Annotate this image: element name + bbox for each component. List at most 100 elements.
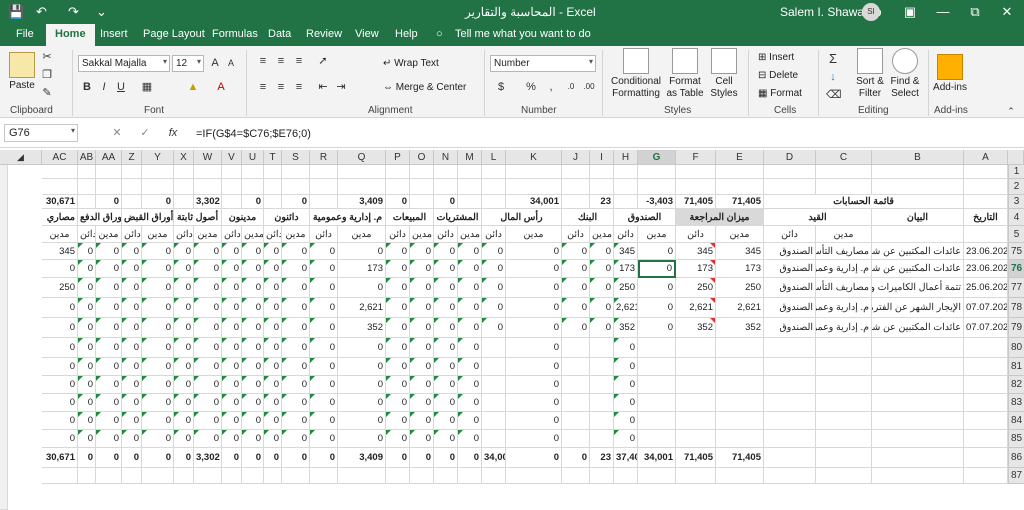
cell-W[interactable]: 0 — [194, 394, 222, 412]
cell-M[interactable]: 0 — [458, 394, 482, 412]
cell-N[interactable]: 0 — [434, 260, 458, 278]
cell-H[interactable]: 352 — [614, 318, 638, 338]
cell-W[interactable]: 0 — [194, 376, 222, 394]
cell-H[interactable]: 0 — [614, 338, 638, 358]
cell-Q[interactable]: 0 — [338, 376, 386, 394]
label-credit[interactable]: دائن — [222, 226, 242, 243]
total-R[interactable]: 0 — [310, 448, 338, 468]
cell-AA[interactable]: 0 — [96, 394, 122, 412]
label-debit[interactable]: مدين — [716, 226, 764, 243]
column-header-X[interactable]: X — [174, 150, 194, 165]
cell-S[interactable]: 0 — [282, 260, 310, 278]
cell-X[interactable]: 0 — [174, 358, 194, 376]
cell-Y[interactable]: 0 — [142, 243, 174, 260]
cell-G[interactable]: 0 — [638, 278, 676, 298]
copy-icon[interactable]: ❐ — [40, 68, 54, 82]
cell-credit-account[interactable]: الصندوق — [764, 298, 816, 318]
cell-O[interactable]: 0 — [410, 318, 434, 338]
cell-Z[interactable]: 0 — [122, 394, 142, 412]
cell-J[interactable] — [562, 376, 590, 394]
cell-Y[interactable]: 0 — [142, 260, 174, 278]
cell-AB[interactable] — [78, 179, 96, 195]
label-debit[interactable]: مدين — [338, 226, 386, 243]
header-account-qr[interactable]: م. إدارية وعمومية — [310, 209, 386, 226]
cell-C[interactable] — [816, 338, 872, 358]
header-account-st[interactable]: دائنون — [264, 209, 310, 226]
cell-Z[interactable] — [122, 468, 142, 484]
cell-AA[interactable]: 0 — [96, 318, 122, 338]
cell-I[interactable] — [590, 165, 614, 179]
cell-J[interactable] — [562, 412, 590, 430]
cell-I[interactable]: 0 — [590, 243, 614, 260]
cell-F[interactable] — [676, 394, 716, 412]
cell-X[interactable] — [174, 165, 194, 179]
cell-J[interactable] — [562, 394, 590, 412]
cell-AB[interactable]: 0 — [78, 394, 96, 412]
cell-L[interactable] — [482, 165, 506, 179]
row-header-85[interactable]: 85 — [1008, 430, 1024, 448]
cell-G[interactable] — [638, 179, 676, 195]
cell-C[interactable] — [816, 394, 872, 412]
cell-B[interactable] — [872, 226, 964, 243]
cell-styles-button[interactable]: Cell Styles — [706, 48, 742, 100]
cell-D[interactable] — [764, 448, 816, 468]
cell-H[interactable]: 0 — [614, 412, 638, 430]
cell-X[interactable]: 0 — [174, 430, 194, 448]
cell-Z[interactable] — [122, 195, 142, 209]
total-M[interactable]: 0 — [458, 448, 482, 468]
cell-N[interactable]: 0 — [434, 298, 458, 318]
cell-Y[interactable]: 0 — [142, 394, 174, 412]
cell-J[interactable]: 0 — [562, 318, 590, 338]
cell-T[interactable]: 0 — [264, 278, 282, 298]
cell-T[interactable] — [264, 195, 282, 209]
close-icon[interactable]: ✕ — [992, 2, 1022, 22]
label-debit[interactable]: مدين — [590, 226, 614, 243]
total-T[interactable]: 0 — [264, 448, 282, 468]
label-credit[interactable]: دائن — [122, 226, 142, 243]
cell-debit-account[interactable]: م. إدارية وعمومية — [816, 260, 872, 278]
cut-icon[interactable]: ✂ — [40, 50, 54, 64]
cell-I[interactable] — [590, 468, 614, 484]
cell-O[interactable]: 0 — [410, 260, 434, 278]
cell-A[interactable] — [964, 226, 1008, 243]
cell-P[interactable]: 0 — [386, 318, 410, 338]
cell-X[interactable]: 0 — [174, 278, 194, 298]
total-L[interactable]: 34,001 — [482, 448, 506, 468]
cell-O[interactable]: 0 — [410, 298, 434, 318]
cell-G[interactable]: 0 — [638, 260, 676, 278]
column-header-Z[interactable]: Z — [122, 150, 142, 165]
cell-R[interactable]: 0 — [310, 243, 338, 260]
paste-button[interactable]: Paste — [6, 52, 38, 92]
cell-V[interactable]: 0 — [222, 260, 242, 278]
cell-M[interactable]: 0 — [458, 376, 482, 394]
cell-Y[interactable] — [142, 468, 174, 484]
label-debit[interactable]: مدين — [194, 226, 222, 243]
column-header-E[interactable]: E — [716, 150, 764, 165]
cell-Z[interactable] — [122, 165, 142, 179]
cell-T[interactable]: 0 — [264, 412, 282, 430]
cell-O[interactable]: 0 — [410, 243, 434, 260]
cell-C[interactable] — [816, 448, 872, 468]
cell-E[interactable] — [716, 165, 764, 179]
cell-K[interactable]: 0 — [506, 358, 562, 376]
cell-G[interactable]: 0 — [638, 243, 676, 260]
total-N[interactable]: 0 — [434, 448, 458, 468]
row-header-78[interactable]: 78 — [1008, 298, 1024, 318]
label-credit[interactable]: دائن — [614, 226, 638, 243]
column-header-M[interactable]: M — [458, 150, 482, 165]
cell-Z[interactable]: 0 — [122, 430, 142, 448]
cell-T[interactable] — [264, 468, 282, 484]
cell-E[interactable] — [716, 394, 764, 412]
cell-AC[interactable]: 30,671 — [42, 195, 78, 209]
insert-function-button[interactable]: fx — [166, 126, 180, 140]
cell-N[interactable]: 0 — [434, 243, 458, 260]
cell-E[interactable]: 352 — [716, 318, 764, 338]
cell-O[interactable]: 0 — [410, 358, 434, 376]
restore-icon[interactable]: ⧉ — [960, 2, 990, 22]
cell-W[interactable] — [194, 468, 222, 484]
cell-A[interactable] — [964, 179, 1008, 195]
row-header-81[interactable]: 81 — [1008, 358, 1024, 376]
label-credit[interactable]: دائن — [676, 226, 716, 243]
cell-Y[interactable]: 0 — [142, 338, 174, 358]
cell-U[interactable]: 0 — [242, 394, 264, 412]
